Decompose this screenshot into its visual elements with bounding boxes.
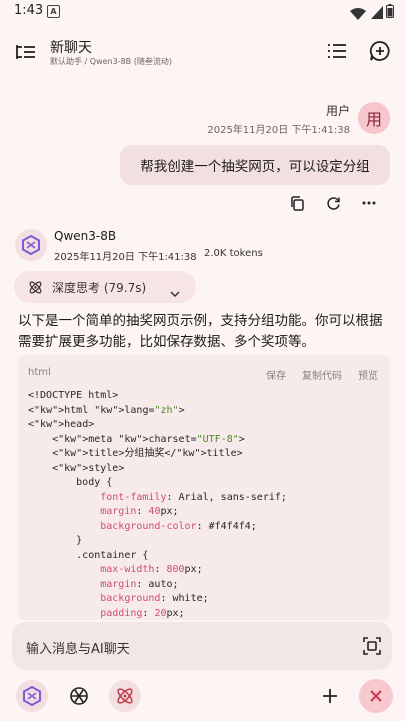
signal-icon xyxy=(371,4,383,23)
code-line: <"kw">meta xyxy=(28,433,113,445)
copy-code-button[interactable]: 复制代码 xyxy=(302,367,342,382)
user-message-time: 2025年11月20日 下午1:41:38 xyxy=(207,125,350,136)
copy-icon[interactable] xyxy=(286,193,308,213)
code-line: <"kw">html xyxy=(28,404,89,416)
user-avatar: 用 xyxy=(358,102,390,134)
sidebar-toggle-icon[interactable] xyxy=(12,38,40,66)
code-line: margin: 40px; xyxy=(100,506,179,517)
code-block-header: html 保存 复制代码 预览 xyxy=(18,355,390,385)
code-language: html xyxy=(28,367,51,378)
code-line: margin: auto; xyxy=(100,578,179,590)
deep-think-toggle-icon[interactable] xyxy=(109,680,141,712)
code-block: html 保存 复制代码 预览 <!DOCTYPE html> <"kw">ht… xyxy=(18,355,390,620)
code-line: } xyxy=(28,535,83,546)
scan-icon[interactable] xyxy=(360,634,384,658)
code-line: .container { xyxy=(28,549,149,561)
code-line: <"kw">head xyxy=(28,419,89,430)
status-time: 1:43 xyxy=(14,3,44,18)
ai-message-time: 2025年11月20日 下午1:41:38 xyxy=(54,252,197,263)
code-line: background-color: #f4f4f4; xyxy=(100,520,257,532)
save-code-button[interactable]: 保存 xyxy=(266,367,286,382)
add-icon[interactable] xyxy=(318,684,342,708)
chevron-down-icon xyxy=(170,283,180,302)
user-name: 用户 xyxy=(325,104,350,118)
chat-subtitle: 默认助手 / Qwen3-8B (随叁流动) xyxy=(50,57,172,66)
new-chat-icon[interactable] xyxy=(366,37,394,65)
code-line: font-family: Arial, sans-serif; xyxy=(100,491,287,503)
ai-message-text: 以下是一个简单的抽奖网页示例，支持分组功能。你可以根据需要扩展更多功能，比如保存… xyxy=(18,313,383,350)
preview-code-button[interactable]: 预览 xyxy=(358,367,378,382)
ai-model-name: Qwen3-8B xyxy=(54,229,117,243)
code-line: background: white; xyxy=(100,593,209,604)
web-search-icon[interactable] xyxy=(63,680,95,712)
code-line: <"kw">style xyxy=(28,462,119,474)
message-input-placeholder: 输入消息与AI聊天 xyxy=(26,642,130,657)
regenerate-icon[interactable] xyxy=(322,193,344,213)
code-line: <!DOCTYPE html> xyxy=(28,390,119,401)
code-line: <"kw">title xyxy=(28,448,119,459)
chat-title: 新聊天 xyxy=(50,40,92,56)
user-message-bubble: 帮我创建一个抽奖网页，可以设定分组 xyxy=(120,145,390,185)
more-icon[interactable] xyxy=(358,193,380,213)
token-count: 2.0K tokens xyxy=(204,248,263,259)
ai-avatar-icon xyxy=(15,229,47,261)
notification-icon: A xyxy=(47,5,60,18)
stop-button[interactable] xyxy=(359,679,393,713)
thinking-label: 深度思考 (79.7s) xyxy=(52,281,147,295)
code-line: max-width: 800px; xyxy=(100,564,203,575)
code-line: padding: 20px; xyxy=(100,607,185,619)
status-bar xyxy=(0,0,405,24)
atom-icon xyxy=(28,280,43,299)
code-line: body { xyxy=(28,477,113,488)
battery-icon xyxy=(386,3,394,22)
code-content: <!DOCTYPE html> <"kw">html "kw">lang="zh… xyxy=(28,390,287,619)
wifi-icon xyxy=(350,5,366,24)
model-select-icon[interactable] xyxy=(16,680,48,712)
list-icon[interactable] xyxy=(324,38,350,64)
close-icon xyxy=(370,690,382,702)
